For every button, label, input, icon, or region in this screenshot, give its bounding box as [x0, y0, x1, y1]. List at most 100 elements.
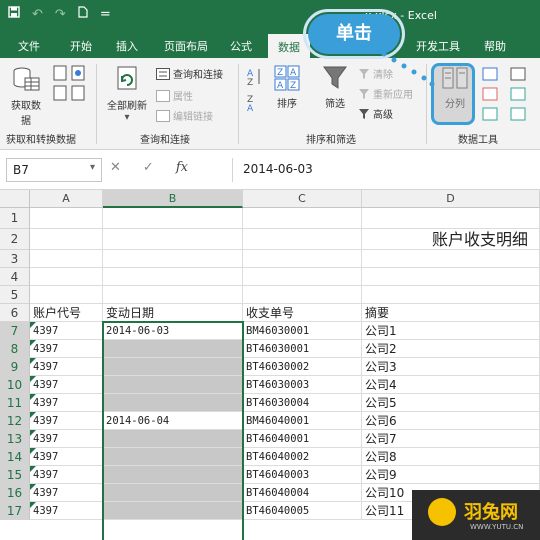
cell-a9[interactable]: 4397	[30, 358, 103, 376]
cell-d6[interactable]: 摘要	[362, 304, 540, 322]
row-header-2[interactable]: 2	[0, 229, 30, 250]
cell-a5[interactable]	[30, 286, 103, 304]
cell-a16[interactable]: 4397	[30, 484, 103, 502]
cell-d8[interactable]: 公司2	[362, 340, 540, 358]
cell-c9[interactable]: BT46030002	[243, 358, 362, 376]
tab-file[interactable]: 文件	[18, 38, 40, 54]
row-header-14[interactable]: 14	[0, 448, 30, 466]
cell-a3[interactable]	[30, 250, 103, 268]
cell-d1[interactable]	[362, 208, 540, 229]
cell-c8[interactable]: BT46030001	[243, 340, 362, 358]
cell-c12[interactable]: BM46040001	[243, 412, 362, 430]
name-box[interactable]: B7 ▾	[6, 158, 102, 182]
insert-function-icon[interactable]: fx	[176, 160, 188, 175]
cell-d12[interactable]: 公司6	[362, 412, 540, 430]
advanced-filter-button[interactable]: 高级	[358, 106, 393, 121]
cell-d10[interactable]: 公司4	[362, 376, 540, 394]
data-tools-icons-left[interactable]	[478, 66, 504, 125]
row-header-11[interactable]: 11	[0, 394, 30, 412]
cell-c4[interactable]	[243, 268, 362, 286]
cell-a15[interactable]: 4397	[30, 466, 103, 484]
formula-input[interactable]: 2014-06-03	[232, 158, 536, 182]
cell-b16[interactable]	[103, 484, 243, 502]
cell-b11[interactable]	[103, 394, 243, 412]
get-data-button[interactable]: 获取数 据	[6, 64, 46, 127]
redo-icon[interactable]: ↷	[55, 7, 66, 22]
cell-b13[interactable]	[103, 430, 243, 448]
cell-b7[interactable]: 2014-06-03	[103, 322, 243, 340]
cell-a17[interactable]: 4397	[30, 502, 103, 520]
cell-d9[interactable]: 公司3	[362, 358, 540, 376]
cell-b8[interactable]	[103, 340, 243, 358]
sort-button[interactable]: ZAAZ 排序	[270, 64, 304, 110]
cell-a7[interactable]: 4397	[30, 322, 103, 340]
cell-d5[interactable]	[362, 286, 540, 304]
row-header-7[interactable]: 7	[0, 322, 30, 340]
cell-b2[interactable]	[103, 229, 243, 250]
cell-b5[interactable]	[103, 286, 243, 304]
cell-a13[interactable]: 4397	[30, 430, 103, 448]
cell-c11[interactable]: BT46030004	[243, 394, 362, 412]
row-header-9[interactable]: 9	[0, 358, 30, 376]
cell-c7[interactable]: BM46030001	[243, 322, 362, 340]
cell-c14[interactable]: BT46040002	[243, 448, 362, 466]
cell-a8[interactable]: 4397	[30, 340, 103, 358]
cell-c6[interactable]: 收支单号	[243, 304, 362, 322]
cell-c15[interactable]: BT46040003	[243, 466, 362, 484]
row-header-13[interactable]: 13	[0, 430, 30, 448]
cell-a1[interactable]	[30, 208, 103, 229]
tab-home[interactable]: 开始	[70, 38, 92, 54]
cell-c1[interactable]	[243, 208, 362, 229]
column-header-c[interactable]: C	[243, 190, 362, 208]
tab-help[interactable]: 帮助	[484, 38, 506, 54]
cell-d11[interactable]: 公司5	[362, 394, 540, 412]
select-all-corner[interactable]	[0, 190, 30, 208]
cell-b17[interactable]	[103, 502, 243, 520]
cell-c2[interactable]	[243, 229, 362, 250]
tab-formulas[interactable]: 公式	[230, 38, 252, 54]
cell-b10[interactable]	[103, 376, 243, 394]
cell-d7[interactable]: 公司1	[362, 322, 540, 340]
row-header-3[interactable]: 3	[0, 250, 30, 268]
cell-b3[interactable]	[103, 250, 243, 268]
cell-c10[interactable]: BT46030003	[243, 376, 362, 394]
cell-a10[interactable]: 4397	[30, 376, 103, 394]
customize-qat-button[interactable]: =	[100, 7, 111, 22]
cell-c3[interactable]	[243, 250, 362, 268]
cell-c13[interactable]: BT46040001	[243, 430, 362, 448]
cell-c16[interactable]: BT46040004	[243, 484, 362, 502]
row-header-16[interactable]: 16	[0, 484, 30, 502]
cell-c5[interactable]	[243, 286, 362, 304]
filter-button[interactable]: 筛选	[318, 64, 352, 110]
cell-b12[interactable]: 2014-06-04	[103, 412, 243, 430]
cancel-icon[interactable]: ✕	[110, 160, 121, 175]
cell-a4[interactable]	[30, 268, 103, 286]
new-file-icon[interactable]	[78, 6, 88, 22]
row-header-17[interactable]: 17	[0, 502, 30, 520]
properties-button[interactable]: 属性	[156, 88, 193, 103]
row-header-12[interactable]: 12	[0, 412, 30, 430]
cell-a11[interactable]: 4397	[30, 394, 103, 412]
row-header-4[interactable]: 4	[0, 268, 30, 286]
refresh-all-button[interactable]: 全部刷新 ▾	[102, 64, 152, 123]
column-header-a[interactable]: A	[30, 190, 103, 208]
cell-d3[interactable]	[362, 250, 540, 268]
row-header-15[interactable]: 15	[0, 466, 30, 484]
undo-icon[interactable]: ↶	[32, 7, 43, 22]
column-header-b[interactable]: B	[103, 190, 243, 208]
column-header-d[interactable]: D	[362, 190, 540, 208]
worksheet-grid[interactable]: A B C D 1 2 3 4 5 6 7 8 9 10 11 12 13 14 15 16 17 账户收支明细 账户代号变…	[0, 190, 540, 540]
data-source-icons[interactable]	[50, 64, 90, 115]
row-header-10[interactable]: 10	[0, 376, 30, 394]
tab-page-layout[interactable]: 页面布局	[164, 38, 208, 54]
cell-b9[interactable]	[103, 358, 243, 376]
cell-a6[interactable]: 账户代号	[30, 304, 103, 322]
row-header-8[interactable]: 8	[0, 340, 30, 358]
cell-a12[interactable]: 4397	[30, 412, 103, 430]
row-header-5[interactable]: 5	[0, 286, 30, 304]
cell-b4[interactable]	[103, 268, 243, 286]
cell-b6[interactable]: 变动日期	[103, 304, 243, 322]
chevron-down-icon[interactable]: ▾	[90, 162, 95, 173]
cell-d4[interactable]	[362, 268, 540, 286]
data-tools-icons-right[interactable]	[506, 66, 532, 125]
